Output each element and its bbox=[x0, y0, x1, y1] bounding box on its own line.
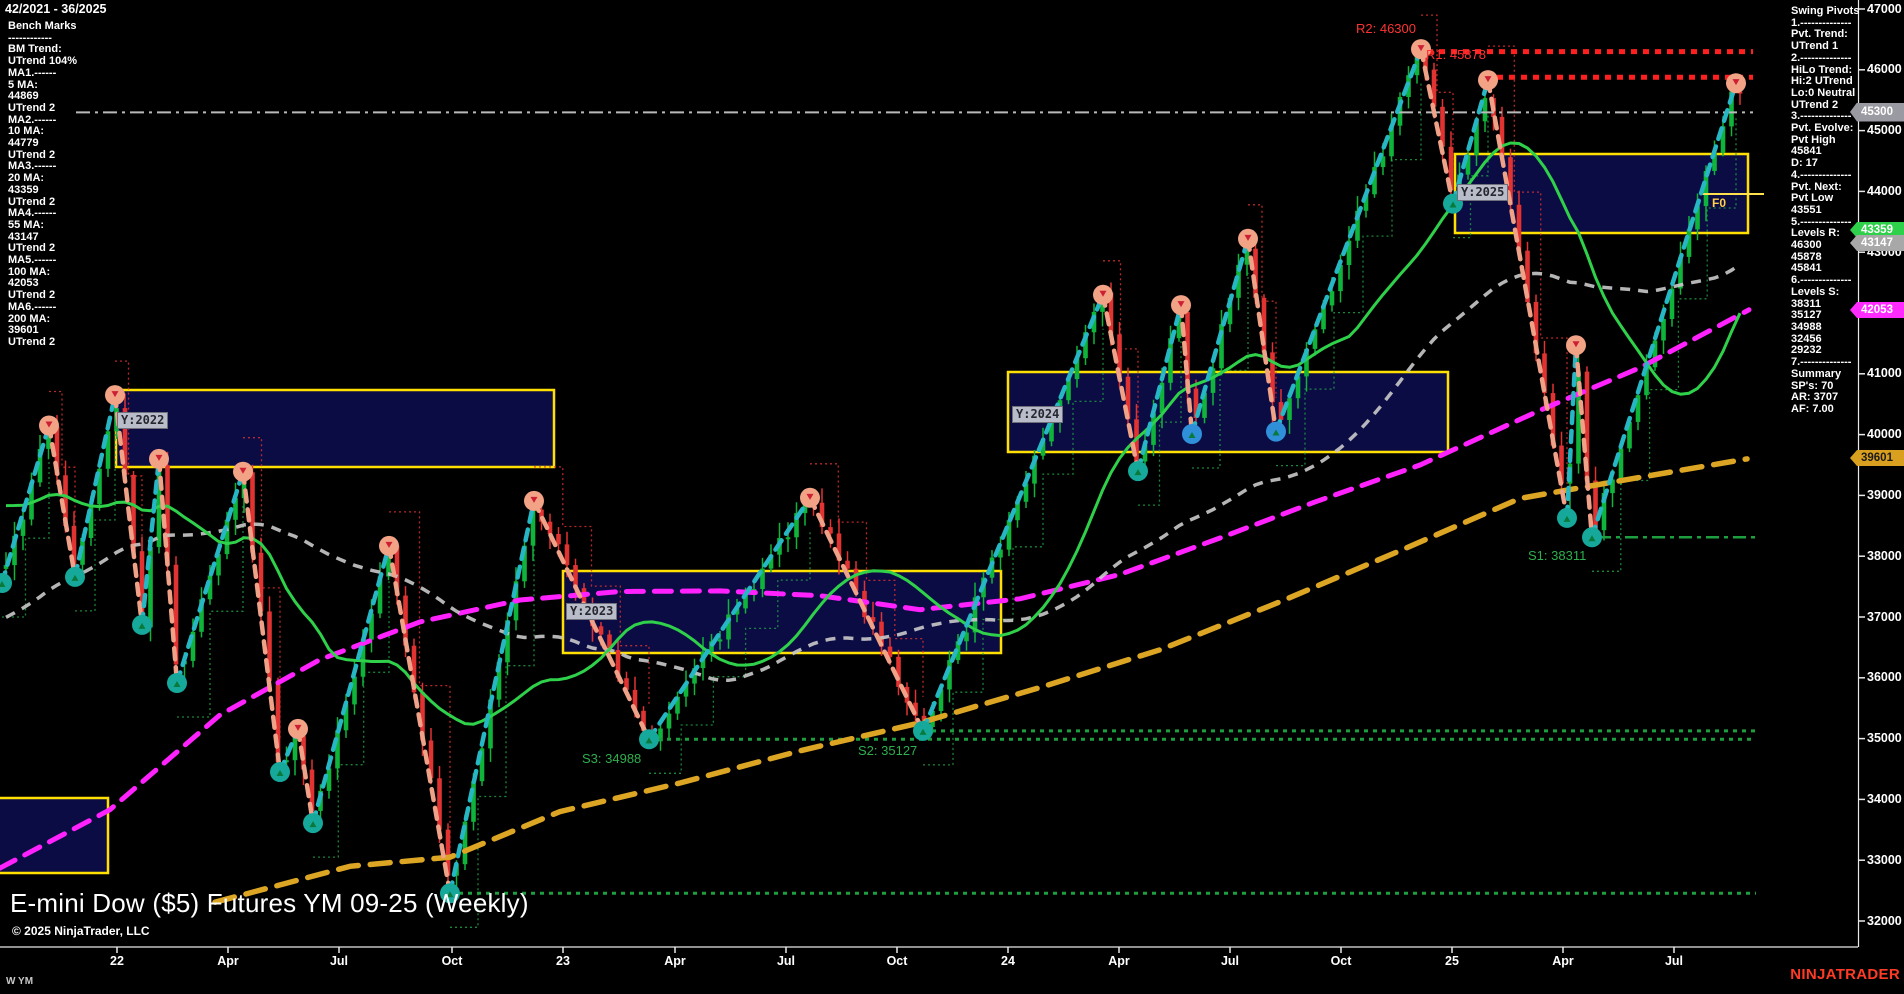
price-axis-label: 41000 bbox=[1867, 366, 1902, 380]
time-axis-label: 23 bbox=[556, 954, 570, 968]
swing-line: 46300 bbox=[1791, 240, 1859, 252]
time-axis-label: 25 bbox=[1445, 954, 1459, 968]
time-axis-label: 22 bbox=[110, 954, 124, 968]
price-tag: 43147 bbox=[1850, 235, 1904, 251]
bench-line: 44779 bbox=[8, 138, 77, 150]
year-box-label: Y:2025 bbox=[1457, 184, 1508, 201]
price-chart[interactable] bbox=[0, 0, 1904, 994]
bench-line: 43359 bbox=[8, 185, 77, 197]
time-axis-label: Apr bbox=[1552, 954, 1574, 968]
swing-line: Summary bbox=[1791, 369, 1859, 381]
price-tag: 39601 bbox=[1850, 450, 1904, 466]
support-label: S3: 34988 bbox=[582, 751, 641, 766]
moving-averages bbox=[0, 143, 1749, 902]
price-tag: 42053 bbox=[1850, 302, 1904, 318]
price-axis-label: 44000 bbox=[1867, 184, 1902, 198]
time-axis-label: Apr bbox=[1108, 954, 1130, 968]
price-axis-label: 40000 bbox=[1867, 427, 1902, 441]
year-box-label: Y:2024 bbox=[1012, 406, 1063, 423]
time-axis-label: Jul bbox=[1221, 954, 1239, 968]
ninjatrader-chart-window: 42/2021 - 36/2025 Bench Marks-----------… bbox=[0, 0, 1904, 994]
price-axis-label: 37000 bbox=[1867, 610, 1902, 624]
swing-line: Lo:0 Neutral bbox=[1791, 88, 1859, 100]
swing-line: 4.-------------- bbox=[1791, 170, 1859, 182]
data-series-range: 42/2021 - 36/2025 bbox=[5, 2, 106, 16]
support-label: S1: 38311 bbox=[1528, 548, 1586, 563]
ma200-line bbox=[215, 459, 1747, 902]
bench-line: UTrend 2 bbox=[8, 337, 77, 349]
copyright-notice: © 2025 NinjaTrader, LLC bbox=[12, 924, 150, 938]
swing-line: Swing Pivots bbox=[1791, 6, 1859, 18]
time-axis-label: Oct bbox=[887, 954, 908, 968]
swing-line: AF: 7.00 bbox=[1791, 404, 1859, 416]
time-axis-label: Oct bbox=[1331, 954, 1352, 968]
swing-pivots-panel: Swing Pivots1.--------------Pvt. Trend:U… bbox=[1791, 6, 1859, 416]
bench-line: UTrend 2 bbox=[8, 103, 77, 115]
year-box bbox=[116, 390, 554, 467]
time-axis-label: Jul bbox=[1665, 954, 1683, 968]
price-axis-label: 34000 bbox=[1867, 792, 1902, 806]
price-axis-label: 47000 bbox=[1867, 2, 1902, 16]
bench-line: 55 MA: bbox=[8, 220, 77, 232]
time-axis-label: 24 bbox=[1001, 954, 1015, 968]
price-axis-label: 38000 bbox=[1867, 549, 1902, 563]
price-axis-label: 45000 bbox=[1867, 123, 1902, 137]
bench-line: Bench Marks bbox=[8, 21, 77, 33]
price-tag: 45300 bbox=[1850, 103, 1904, 122]
year-box-label: Y:2022 bbox=[117, 412, 168, 429]
time-axis-label: Apr bbox=[217, 954, 239, 968]
swing-line: 2.-------------- bbox=[1791, 53, 1859, 65]
series-interval-label: W YM bbox=[6, 976, 33, 987]
resistance-label: R2: 46300 bbox=[1356, 21, 1416, 36]
bench-marks-panel: Bench Marks------------BM Trend:UTrend 1… bbox=[8, 21, 77, 349]
swing-line: 43551 bbox=[1791, 205, 1859, 217]
price-axis-label: 32000 bbox=[1867, 914, 1902, 928]
resistance-label: R1: 45878 bbox=[1426, 47, 1486, 62]
time-axis-label: Jul bbox=[777, 954, 795, 968]
bench-line: MA5.------ bbox=[8, 255, 77, 267]
bench-line: MA6.------ bbox=[8, 302, 77, 314]
swing-line: Levels S: bbox=[1791, 287, 1859, 299]
swing-line: 34988 bbox=[1791, 322, 1859, 334]
price-axis-label: 35000 bbox=[1867, 731, 1902, 745]
time-axis-label: Apr bbox=[664, 954, 686, 968]
price-axis-label: 33000 bbox=[1867, 853, 1902, 867]
ninjatrader-logo: NINJATRADER bbox=[1788, 966, 1900, 983]
support-label: S2: 35127 bbox=[858, 743, 917, 758]
time-axis-label: Oct bbox=[442, 954, 463, 968]
price-axis-label: 36000 bbox=[1867, 670, 1902, 684]
swing-line: Pvt. Evolve: bbox=[1791, 123, 1859, 135]
price-axis-label: 39000 bbox=[1867, 488, 1902, 502]
year-box-label: Y:2023 bbox=[566, 603, 617, 620]
price-axis-label: 46000 bbox=[1867, 62, 1902, 76]
time-axis-label: Jul bbox=[330, 954, 348, 968]
fib-label: F0 bbox=[1712, 196, 1726, 210]
bench-line: MA1.------ bbox=[8, 68, 77, 80]
year-box bbox=[563, 571, 1001, 653]
year-box bbox=[1008, 372, 1448, 452]
chart-title: E-mini Dow ($5) Futures YM 09-25 (Weekly… bbox=[10, 888, 529, 919]
